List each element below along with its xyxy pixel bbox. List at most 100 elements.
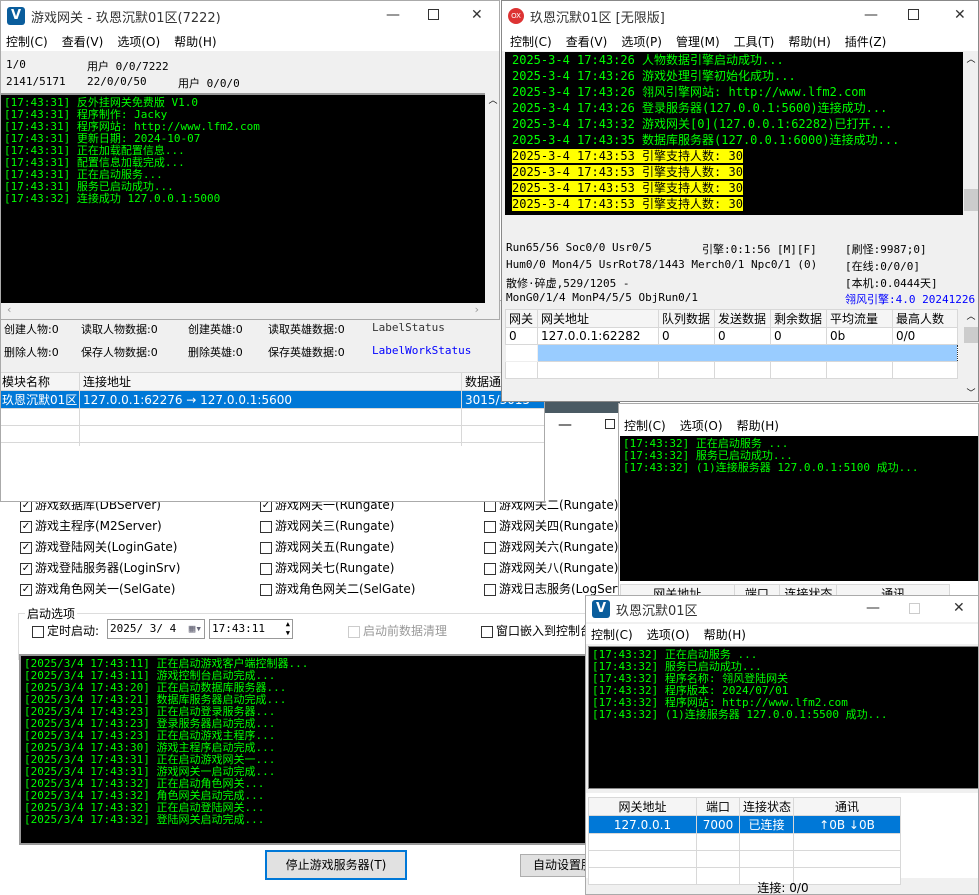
column-header[interactable]: 网关 — [505, 309, 538, 328]
engine-status: [本机:0.0444天] — [845, 277, 938, 290]
table-row-selected[interactable] — [505, 344, 958, 362]
checkbox-checked-icon[interactable]: ✓ — [20, 541, 32, 554]
title-bar[interactable]: OX 玖恩沉默01区 [无限版] — ✕ — [502, 1, 978, 31]
checkbox-unchecked-icon[interactable] — [260, 583, 272, 596]
minimize-icon[interactable]: — — [864, 7, 878, 23]
checkbox-unchecked-icon[interactable] — [260, 520, 272, 533]
engine-status: 翎风引擎:4.0 20241226 — [845, 293, 976, 306]
column-header[interactable]: 发送数据 — [714, 309, 771, 328]
menu-item[interactable]: 选项(P) — [621, 33, 662, 50]
checkbox-unchecked-icon[interactable] — [484, 583, 496, 596]
connection-address: 127.0.0.1:62276 → 127.0.0.1:5600 — [79, 390, 462, 409]
checkbox-checked-icon[interactable]: ✓ — [20, 520, 32, 533]
checkbox-unchecked-icon[interactable] — [260, 562, 272, 575]
menu-item[interactable]: 控制(C) — [624, 417, 666, 434]
checkbox-unchecked-icon[interactable] — [260, 541, 272, 554]
column-header[interactable]: 平均流量 — [826, 309, 893, 328]
server-checkbox[interactable]: 游戏网关七(Rungate) — [260, 559, 394, 576]
server-checkbox[interactable]: 游戏网关五(Rungate) — [260, 538, 394, 555]
menu-item[interactable]: 选项(O) — [647, 626, 690, 643]
table-row[interactable]: 玖恩沉默01区 127.0.0.1:62276 → 127.0.0.1:5600 3… — [1, 390, 544, 409]
date-picker[interactable]: 2025/ 3/ 4 ▦▾ — [107, 619, 205, 639]
table-scrollbar[interactable]: ︿ ﹀ — [963, 309, 978, 401]
table-row[interactable]: 0 127.0.0.1:62282 0 0 0 0b 0/0 — [505, 327, 958, 345]
menu-item[interactable]: 选项(O) — [680, 417, 723, 434]
menu-item[interactable]: 插件(Z) — [845, 33, 887, 50]
menu-item[interactable]: 控制(C) — [6, 33, 48, 50]
table-cell: 127.0.0.1:62282 — [537, 327, 659, 345]
col-module-name[interactable]: 模块名称 — [1, 372, 80, 391]
checkbox-unchecked-icon[interactable] — [484, 541, 496, 554]
table-row[interactable]: 127.0.0.1 7000 已连接 ↑0B ↓0B — [588, 815, 901, 834]
maximize-icon[interactable] — [908, 9, 919, 20]
stop-server-button[interactable]: 停止游戏服务器(T) — [265, 850, 407, 880]
server-checkbox[interactable]: 游戏网关三(Rungate) — [260, 517, 394, 534]
log-text: 2025-3-4 17:43:53 引擎支持人数: 30 — [512, 149, 743, 163]
db-stat: 创建英雄:0 — [188, 323, 243, 336]
clean-data-checkbox[interactable]: 启动前数据清理 — [348, 622, 447, 639]
menu-bar: 控制(C) 选项(O) 帮助(H) — [586, 624, 978, 644]
checkbox-checked-icon[interactable]: ✓ — [20, 562, 32, 575]
menu-item[interactable]: 控制(C) — [591, 626, 633, 643]
maximize-icon[interactable] — [605, 419, 615, 429]
maximize-icon[interactable] — [428, 9, 439, 20]
spin-arrows-icon[interactable]: ▲ ▼ — [286, 620, 290, 638]
status-traffic: 2141/5171 — [6, 75, 66, 88]
server-checkbox[interactable]: 游戏角色网关二(SelGate) — [260, 580, 415, 597]
menu-item[interactable]: 帮助(H) — [737, 417, 779, 434]
column-header[interactable]: 端口 — [696, 797, 740, 816]
menu-item[interactable]: 控制(C) — [510, 33, 552, 50]
col-connection-address[interactable]: 连接地址 — [79, 372, 462, 391]
embed-window-checkbox[interactable]: 窗口嵌入到控制台 — [481, 622, 592, 639]
checkbox-unchecked-icon[interactable] — [484, 562, 496, 575]
menu-item[interactable]: 帮助(H) — [788, 33, 830, 50]
server-checkbox[interactable]: ✓ 游戏角色网关一(SelGate) — [20, 580, 175, 597]
rungate-log: [17:43:32] 正在启动服务 ... [17:43:32] 服务已启动成功.… — [620, 436, 978, 581]
timed-start-checkbox[interactable]: 定时启动: — [32, 622, 99, 639]
gateway-log: [17:43:31] 反外挂网关免费版 V1.0 [17:43:31] 程序制作:… — [1, 93, 485, 303]
close-icon[interactable]: ✕ — [954, 7, 966, 23]
column-header[interactable]: 队列数据 — [658, 309, 715, 328]
checkbox-unchecked-icon[interactable] — [484, 520, 496, 533]
column-header[interactable]: 网关地址 — [588, 797, 697, 816]
close-icon[interactable]: ✕ — [953, 600, 965, 616]
title-bar[interactable]: V 玖恩沉默01区 — ✕ — [586, 596, 978, 622]
server-checkbox[interactable]: 游戏网关八(Rungate) — [484, 559, 618, 576]
server-checkbox[interactable]: ✓ 游戏主程序(M2Server) — [20, 517, 162, 534]
menu-item[interactable]: 选项(O) — [117, 33, 160, 50]
checkbox-label: 游戏登陆服务器(LoginSrv) — [35, 561, 181, 575]
minimize-icon[interactable]: — — [866, 600, 880, 616]
column-header[interactable]: 最高人数 — [892, 309, 958, 328]
menu-bar: 控制(C) 选项(O) 帮助(H) — [619, 415, 978, 435]
column-header[interactable]: 剩余数据 — [770, 309, 827, 328]
horizontal-scrollbar[interactable]: ‹ › — [1, 303, 485, 319]
vertical-scrollbar[interactable]: ︿ — [485, 93, 499, 303]
checkbox-label: 游戏网关六(Rungate) — [499, 540, 619, 554]
menu-item[interactable]: 查看(V) — [62, 33, 104, 50]
menu-item[interactable]: 工具(T) — [734, 33, 775, 50]
minimize-icon[interactable]: — — [386, 7, 400, 23]
server-checkbox[interactable]: 游戏网关四(Rungate) — [484, 517, 618, 534]
server-checkbox[interactable]: ✓ 游戏登陆服务器(LoginSrv) — [20, 559, 180, 576]
column-header[interactable]: 连接状态 — [739, 797, 794, 816]
vertical-scrollbar[interactable]: ︿ — [963, 52, 978, 215]
close-icon[interactable]: ✕ — [471, 7, 483, 23]
time-spinner[interactable]: 17:43:11 ▲ ▼ — [209, 619, 293, 639]
calendar-dropdown-icon[interactable]: ▦▾ — [189, 622, 202, 635]
server-checkbox[interactable]: 游戏网关六(Rungate) — [484, 538, 618, 555]
window-title: 玖恩沉默01区 — [616, 603, 698, 619]
menu-item[interactable]: 管理(M) — [676, 33, 720, 50]
logingate-table: 网关地址 端口 连接状态 通讯 127.0.0.1 7000 已连接 ↑0B ↓0B — [588, 797, 901, 885]
title-bar[interactable]: V 游戏网关 - 玖恩沉默01区(7222) — ✕ — [1, 1, 499, 31]
menu-item[interactable]: 查看(V) — [566, 33, 608, 50]
menu-item[interactable]: 帮助(H) — [174, 33, 216, 50]
server-checkbox[interactable]: ✓ 游戏登陆网关(LoginGate) — [20, 538, 177, 555]
column-header[interactable]: 通讯 — [793, 797, 901, 816]
column-header[interactable]: 网关地址 — [537, 309, 659, 328]
launcher-log: [2025/3/4 17:43:11] 正在启动游戏客户端控制器... [2025… — [19, 654, 625, 845]
minimize-icon[interactable]: — — [558, 417, 572, 433]
menu-item[interactable]: 帮助(H) — [704, 626, 746, 643]
table-cell: 0 — [714, 327, 771, 345]
scrollbar-thumb[interactable] — [964, 189, 978, 211]
checkbox-checked-icon[interactable]: ✓ — [20, 583, 32, 596]
